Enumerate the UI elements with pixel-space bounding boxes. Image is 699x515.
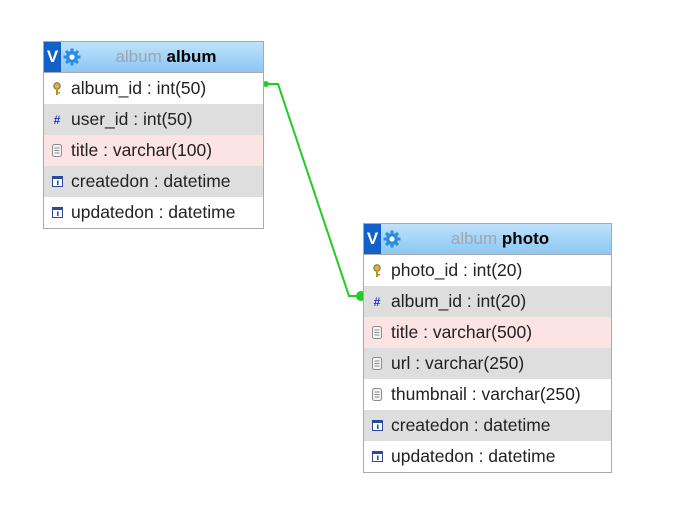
column-label: createdon : datetime: [391, 415, 551, 435]
table-header[interactable]: V a: [364, 224, 611, 255]
primary-key-icon: [44, 81, 70, 96]
column-row[interactable]: photo_id : int(20): [364, 255, 611, 286]
table-title[interactable]: album album: [83, 47, 263, 67]
table-name: photo: [501, 229, 550, 248]
date-icon: [44, 207, 70, 218]
number-icon: #: [373, 294, 381, 309]
column-label: photo_id : int(20): [391, 260, 523, 280]
column-row[interactable]: createdon : datetime: [44, 166, 263, 197]
designer-canvas: V album album album_id: int(50) # user_…: [0, 0, 699, 515]
table-photo[interactable]: V album photo photo_id: int(20) # album…: [363, 223, 612, 473]
table-album[interactable]: V album album album_id: int(50) # user_…: [43, 41, 264, 229]
column-label: user_id : int(50): [71, 109, 193, 129]
column-row[interactable]: title : varchar(100): [44, 135, 263, 166]
column-label: updatedon : datetime: [71, 202, 236, 222]
column-row[interactable]: # album_id : int(20): [364, 286, 611, 317]
table-options-button[interactable]: [61, 42, 83, 72]
column-label: album_id : int(50): [71, 78, 207, 98]
column-row[interactable]: url : varchar(250): [364, 348, 611, 379]
column-row[interactable]: thumbnail : varchar(250): [364, 379, 611, 410]
column-row[interactable]: # user_id : int(50): [44, 104, 263, 135]
date-icon: [44, 176, 70, 187]
table-header[interactable]: V a: [44, 42, 263, 73]
text-icon: [364, 388, 390, 401]
date-icon: [364, 420, 390, 431]
table-name: album: [166, 47, 217, 66]
column-row[interactable]: title : varchar(500): [364, 317, 611, 348]
date-icon: [364, 451, 390, 462]
column-label: url : varchar(250): [391, 353, 525, 373]
column-label: album_id : int(20): [391, 291, 527, 311]
text-icon: [364, 326, 390, 339]
column-row[interactable]: updatedon : datetime: [364, 441, 611, 472]
column-list: photo_id : int(20) # album_id : int(20) …: [364, 255, 611, 472]
toggle-columns-button[interactable]: V: [44, 42, 61, 72]
column-label: updatedon : datetime: [391, 446, 556, 466]
column-row[interactable]: createdon : datetime: [364, 410, 611, 441]
table-title[interactable]: album photo: [403, 229, 611, 249]
column-label: title : varchar(500): [391, 322, 533, 342]
number-icon: #: [53, 112, 61, 127]
column-row[interactable]: album_id : int(50): [44, 73, 263, 104]
primary-key-icon: [364, 263, 390, 278]
gear-icon: [63, 48, 81, 66]
text-icon: [364, 357, 390, 370]
column-label: title : varchar(100): [71, 140, 213, 160]
column-label: thumbnail : varchar(250): [391, 384, 581, 404]
column-label: createdon : datetime: [71, 171, 231, 191]
table-schema-name: album: [450, 229, 498, 248]
text-icon: [44, 144, 70, 157]
column-row[interactable]: updatedon : datetime: [44, 197, 263, 228]
relation-line-album-photo[interactable]: [266, 83, 361, 297]
toggle-columns-button[interactable]: V: [364, 224, 381, 254]
table-schema-name: album: [115, 47, 162, 66]
gear-icon: [383, 230, 401, 248]
table-options-button[interactable]: [381, 224, 403, 254]
column-list: album_id : int(50) # user_id : int(50) t…: [44, 73, 263, 228]
